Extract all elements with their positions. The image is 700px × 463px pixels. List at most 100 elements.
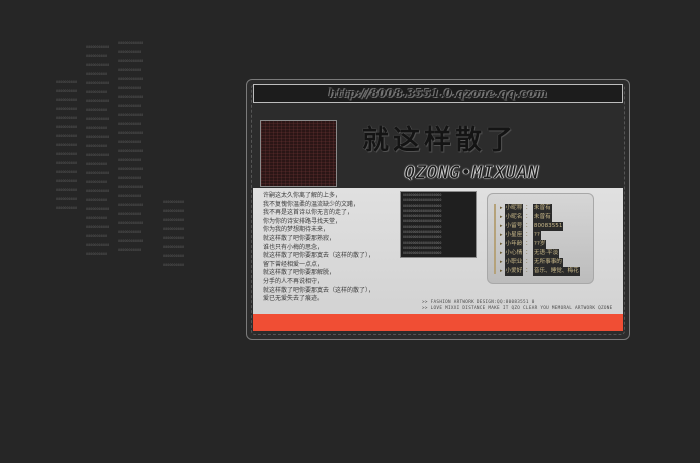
bg-number-text: 00000000000 <box>118 122 142 126</box>
profile-item: ▸ 小心情：无语·平淡 <box>500 249 580 258</box>
photo-text-row: 00000000000000000000 <box>403 245 442 250</box>
profile-separator: ： <box>525 250 531 256</box>
bg-number-text: 000000000000 <box>118 131 144 135</box>
bg-number-text: 0000000000 <box>56 152 78 156</box>
content-photo: 00000000000000000000 00000000000000000000… <box>400 191 477 258</box>
profile-value: 音乐、睡觉、梅花 <box>532 267 580 276</box>
bg-number-text: 0000000000 <box>86 108 108 112</box>
bg-number-column: 0000000000000000000000000000000000000000… <box>118 41 143 253</box>
bg-number-text: 0000000000 <box>56 179 78 183</box>
bg-number-text: 00000000000 <box>86 153 110 157</box>
photo-text-row: 00000000000000000000 <box>403 230 442 235</box>
bg-number-text: 0000000000 <box>86 144 108 148</box>
bg-number-text: 000000000000 <box>118 149 144 153</box>
bg-number-text: 000000000000 <box>118 167 144 171</box>
photo-text-row: 00000000000000000000 <box>403 235 442 240</box>
header-photo <box>260 120 337 187</box>
page-subtitle-logo: QZONG•MIXUAN <box>360 160 584 186</box>
bullet-icon: ▸ <box>500 268 503 274</box>
poem-line: 就这样散了吧你要那熟寂， <box>263 234 336 242</box>
bg-number-text: 0000000000 <box>56 134 78 138</box>
bg-number-text: 00000000000 <box>86 225 110 229</box>
poem-line: 你为我的梦想期待未来， <box>263 226 330 234</box>
bg-number-column: 0000000000 0000000000 0000000000 0000000000… <box>163 200 184 268</box>
bg-number-text: 0000000000 <box>86 72 108 76</box>
bg-number-text: 000000000000 <box>118 95 144 99</box>
photo-text-row: 00000000000000000000 <box>403 203 442 208</box>
bg-number-text: 0000000000 <box>163 245 185 249</box>
profile-separator: ： <box>525 223 531 229</box>
bg-number-column: 0000000000000000000000000000000000000000… <box>86 45 109 257</box>
bg-number-text: 0000000000 <box>56 125 78 129</box>
profile-separator: ： <box>525 241 531 247</box>
bg-number-column: 0000000000 0000000000 0000000000 0000000000… <box>56 80 77 211</box>
profile-accent-bar <box>494 204 496 274</box>
profile-value: 无所事事的 <box>532 258 563 267</box>
photo-text-row: 00000000000000000000 <box>403 198 442 203</box>
bg-number-text: 00000000000 <box>86 99 110 103</box>
profile-value: 未曾有 <box>532 213 552 222</box>
profile-key: 小星座 <box>504 231 524 240</box>
profile-key: 小爱好 <box>504 267 524 276</box>
bg-number-text: 0000000000 <box>86 198 108 202</box>
bullet-icon: ▸ <box>500 205 503 211</box>
bg-number-text: 0000000000 <box>56 206 78 210</box>
credit-line: >> LOVE MIXXI DISTANCE MAKE IT QZO CLEAR… <box>422 306 613 311</box>
bg-number-text: 0000000000 <box>56 161 78 165</box>
bg-number-text: 00000000000 <box>118 194 142 198</box>
poem-line: 就这样散了吧你要那寞去（这样的散了）， <box>263 252 375 260</box>
poem-line: 许嗣这太久你离了解的上多， <box>263 192 342 199</box>
bg-number-text: 00000000000 <box>118 104 142 108</box>
bg-number-text: 0000000000 <box>56 80 78 84</box>
bg-number-text: 0000000000 <box>86 162 108 166</box>
profile-item: ▸ 小爱好：音乐、睡觉、梅花 <box>500 267 580 276</box>
bg-number-text: 00000000000 <box>86 135 110 139</box>
bg-number-text: 000000000000 <box>118 221 144 225</box>
bg-number-text: 000000000000 <box>118 239 144 243</box>
bullet-icon: ▸ <box>500 223 503 229</box>
bg-number-text: 0000000000 <box>56 188 78 192</box>
bg-number-text: 00000000000 <box>118 248 142 252</box>
bg-number-text: 0000000000 <box>56 143 78 147</box>
bullet-icon: ▸ <box>500 232 503 238</box>
profile-item: ▸ 小职业：无所事事的 <box>500 258 580 267</box>
subtitle-text: QZONG•MIXUAN <box>404 163 540 183</box>
bullet-icon: ▸ <box>500 250 503 256</box>
profile-value: 未曾有 <box>532 204 552 213</box>
bg-number-text: 00000000000 <box>118 140 142 144</box>
poem-line: 就这样散了吧你要那寞去（这样的散了）， <box>263 286 375 294</box>
profile-item: ▸ 小昵称：未曾有 <box>500 204 580 213</box>
profile-separator: ： <box>525 232 531 238</box>
bg-number-text: 0000000000 <box>56 197 78 201</box>
poem-line: 就这样散了吧你要那解脱， <box>263 269 336 277</box>
photo-text-row: 00000000000000000000 <box>403 193 442 197</box>
photo-text-row: 00000000000000000000 <box>403 214 442 219</box>
bg-number-text: 000000000000 <box>118 113 144 117</box>
bg-number-text: 0000000000 <box>163 227 185 231</box>
bg-number-text: 00000000000 <box>86 63 110 67</box>
profile-list: ▸ 小昵称：未曾有 ▸ 小昵名：未曾有 ▸ 小留号： 80083551 ▸ 小星座：?? ▸ 小年龄… <box>500 204 580 276</box>
bg-number-text: 00000000000 <box>86 45 110 49</box>
bg-number-text: 00000000000 <box>86 243 110 247</box>
credit-line: >> FASHION ARTWORK DESIGN:QQ:80083551 0 <box>422 300 535 305</box>
profile-item: ▸ 小昵名：未曾有 <box>500 213 580 222</box>
profile-separator: ： <box>525 205 531 211</box>
url-banner[interactable]: http://8008.3551.0.qzone.qq.com <box>253 84 623 103</box>
profile-separator: ： <box>525 268 531 274</box>
bg-number-text: 0000000000 <box>86 216 108 220</box>
page-title: 就这样散了 <box>362 125 517 156</box>
poem-line: 我不复愧你温柔的温流缺少的文躇， <box>263 200 360 208</box>
profile-value: ?? <box>532 231 541 240</box>
bg-number-text: 0000000000 <box>163 209 185 213</box>
bg-number-text: 0000000000 <box>163 236 185 240</box>
poem-line: 谁也只有小梅的思念， <box>263 243 324 251</box>
bg-number-text: 0000000000 <box>86 180 108 184</box>
url-text[interactable]: http://8008.3551.0.qzone.qq.com <box>329 87 548 100</box>
bg-number-text: 000000000000 <box>118 203 144 207</box>
bg-number-text: 00000000000 <box>118 230 142 234</box>
bg-number-text: 000000000000 <box>118 185 144 189</box>
photo-text-row: 00000000000000000000 <box>403 240 442 245</box>
bg-number-text: 00000000000 <box>86 171 110 175</box>
bg-number-text: 0000000000 <box>56 107 78 111</box>
bg-number-text: 00000000000 <box>118 158 142 162</box>
